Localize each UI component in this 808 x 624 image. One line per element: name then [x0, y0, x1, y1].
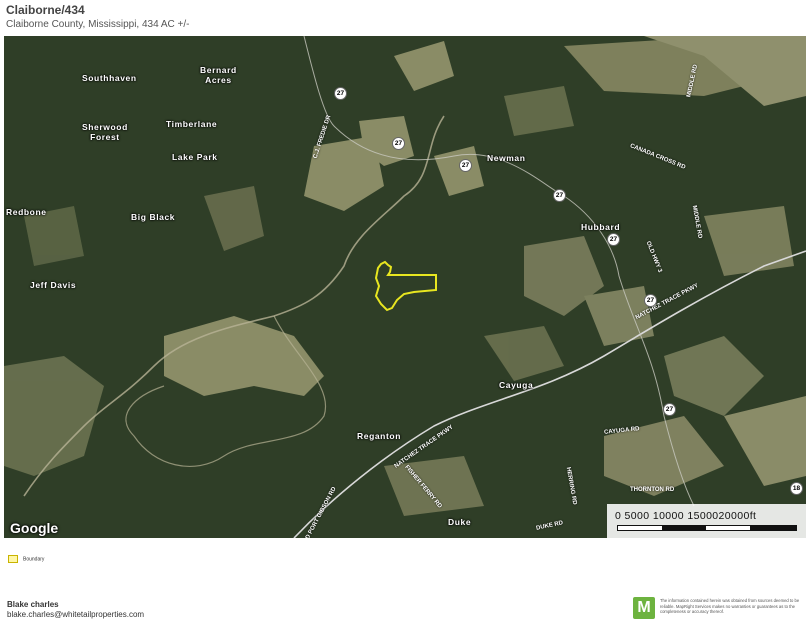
place-sherwood-forest: Sherwood Forest: [82, 122, 128, 142]
scale-bar-label: 0 5000 10000 1500020000ft: [615, 510, 757, 522]
agent-contact: Blake charles blake.charles@whitetailpro…: [7, 600, 144, 620]
highway-27-shield: 27: [663, 403, 676, 416]
place-southhaven: Southhaven: [82, 73, 137, 83]
highway-27-shield: 27: [607, 233, 620, 246]
place-reganton: Reganton: [357, 431, 401, 441]
highway-27-shield: 27: [334, 87, 347, 100]
legend-boundary-label: Boundary: [23, 556, 45, 563]
boundary-swatch-icon: [8, 555, 18, 563]
place-duke: Duke: [448, 517, 472, 527]
scale-bar: 0 5000 10000 1500020000ft: [607, 504, 806, 538]
road-thornton: THORNTON RD: [630, 487, 675, 493]
place-cayuga: Cayuga: [499, 380, 534, 390]
highway-27-shield: 27: [644, 294, 657, 307]
map-subtitle: Claiborne County, Mississippi, 434 AC +/…: [6, 19, 190, 30]
place-bernard-acres: Bernard Acres: [200, 65, 237, 85]
agent-name: Blake charles: [7, 600, 59, 609]
highway-27-shield: 27: [392, 137, 405, 150]
place-jeff-davis: Jeff Davis: [30, 280, 77, 290]
scale-bar-graphic: [617, 525, 797, 531]
place-lake-park: Lake Park: [172, 152, 218, 162]
google-attribution: Google: [10, 520, 59, 536]
highway-27-shield: 27: [553, 189, 566, 202]
place-newman: Newman: [487, 153, 526, 163]
agent-email[interactable]: blake.charles@whitetailproperties.com: [7, 610, 144, 619]
legend: Boundary: [8, 555, 44, 563]
place-timberlane: Timberlane: [166, 119, 218, 129]
place-big-black: Big Black: [131, 212, 176, 222]
highway-27-shield: 27: [459, 159, 472, 172]
satellite-map[interactable]: Southhaven Bernard Acres Sherwood Forest…: [4, 36, 806, 538]
place-hubbard: Hubbard: [581, 222, 621, 232]
highway-18-shield: 18: [790, 482, 803, 495]
mapright-logo-icon: M: [633, 597, 655, 619]
place-redbone: Redbone: [6, 207, 47, 217]
disclaimer-text: The information contained herein was obt…: [660, 598, 800, 614]
map-title: Claiborne/434: [6, 3, 85, 17]
